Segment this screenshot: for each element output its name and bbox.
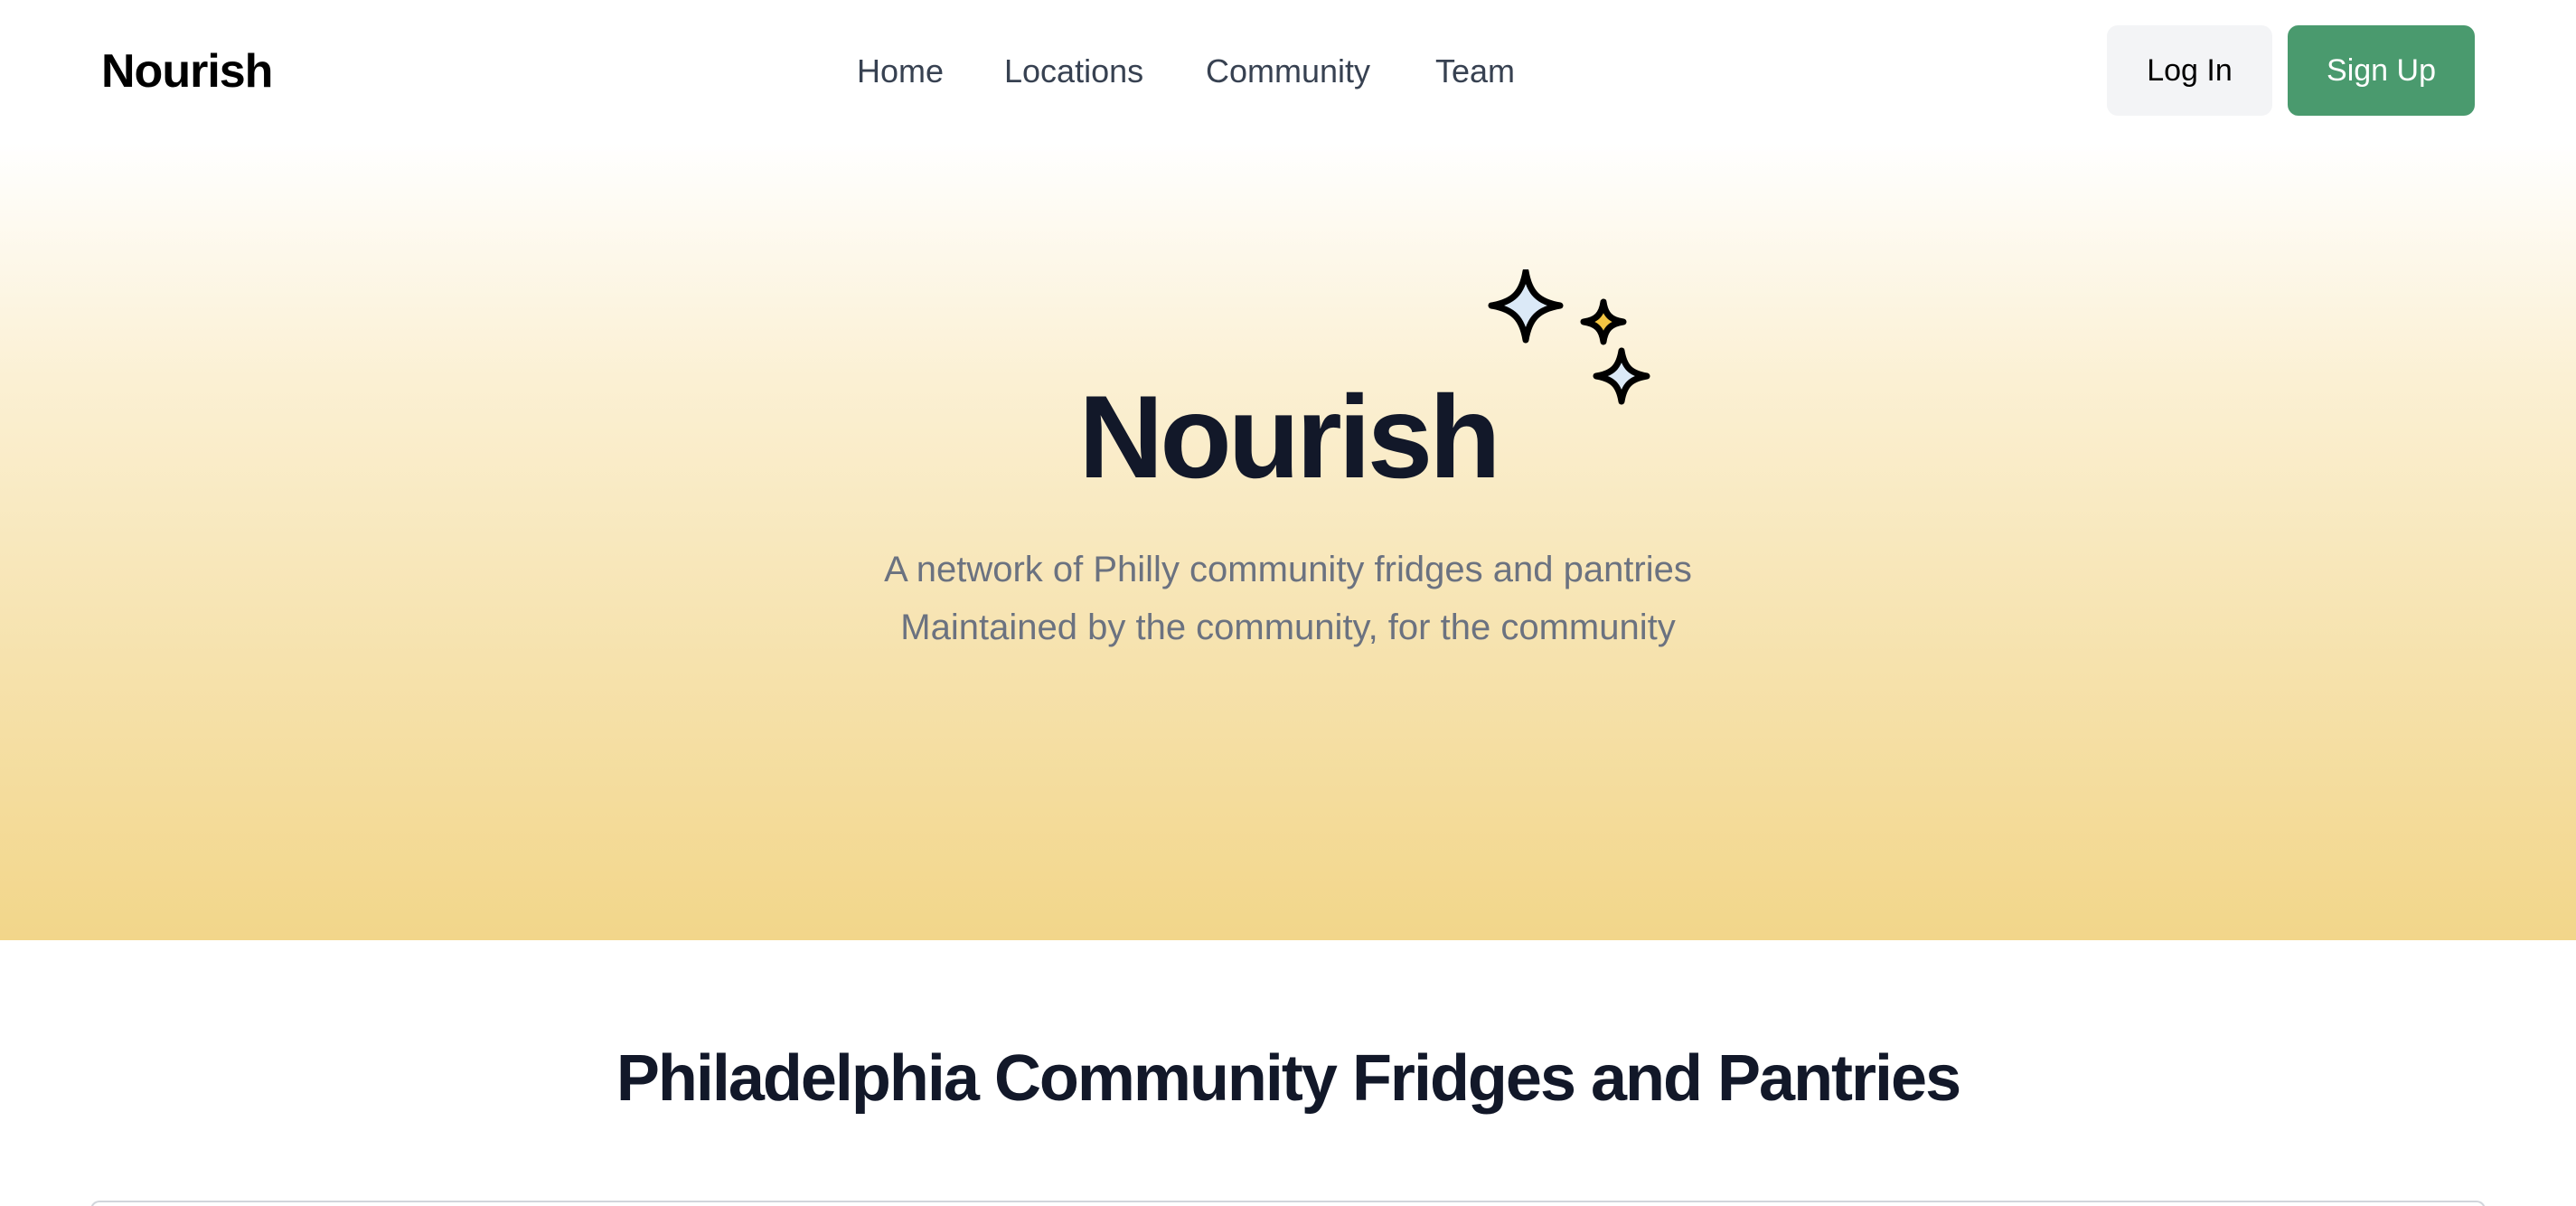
sparkle-icon bbox=[1593, 347, 1650, 405]
nav-community[interactable]: Community bbox=[1206, 49, 1370, 94]
sparkles-decoration bbox=[1488, 269, 1650, 405]
site-header: Nourish Home Locations Community Team Lo… bbox=[0, 0, 2576, 143]
signup-button[interactable]: Sign Up bbox=[2288, 25, 2475, 116]
page: Nourish Home Locations Community Team Lo… bbox=[0, 0, 2576, 1206]
sparkle-icon bbox=[1580, 298, 1627, 345]
hero: Nourish A network of Philly community fr… bbox=[0, 143, 2576, 940]
nav-team[interactable]: Team bbox=[1435, 49, 1515, 94]
hero-subtitle-line2: Maintained by the community, for the com… bbox=[900, 608, 1676, 647]
hero-title: Nourish bbox=[1078, 371, 1500, 503]
hero-subtitle-line1: A network of Philly community fridges an… bbox=[884, 550, 1692, 589]
locations-card bbox=[90, 1201, 2486, 1206]
section-title: Philadelphia Community Fridges and Pantr… bbox=[616, 1042, 1961, 1115]
sparkle-icon bbox=[1488, 269, 1564, 344]
nav-home[interactable]: Home bbox=[857, 49, 944, 94]
login-button[interactable]: Log In bbox=[2107, 25, 2272, 116]
nav-locations[interactable]: Locations bbox=[1004, 49, 1143, 94]
